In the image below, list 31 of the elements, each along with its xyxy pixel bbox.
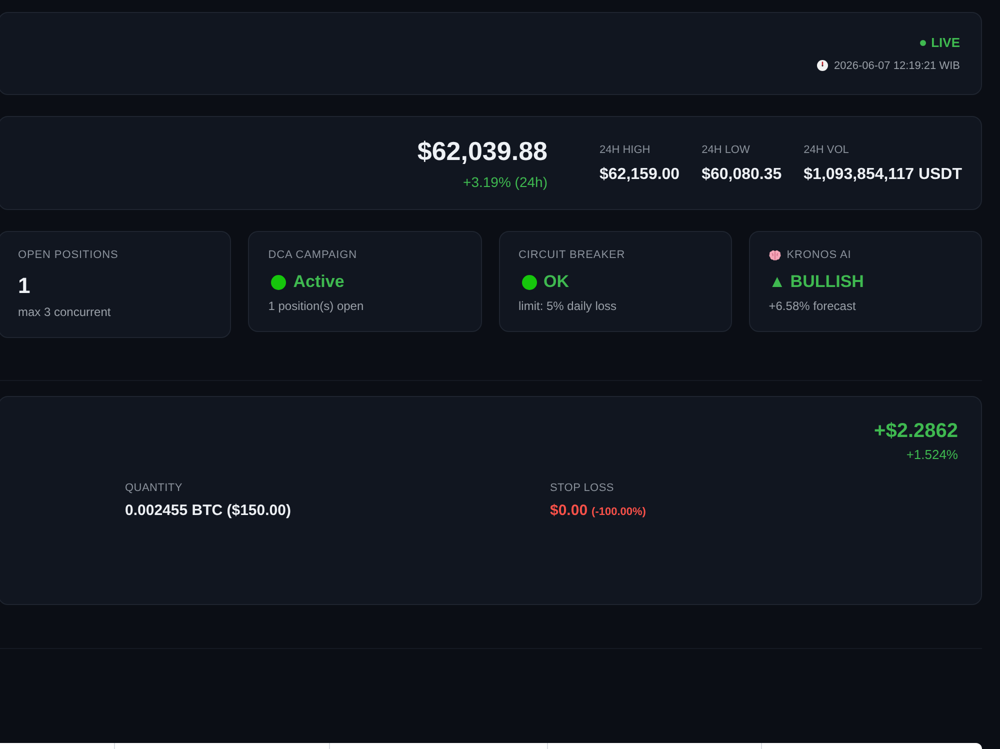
pnl-percent: +1.524% [906,446,958,464]
card-note: +6.58% forecast [768,298,857,314]
stat-value: $62,159.00 [600,165,680,185]
pnl-value: +$2.2862 [874,419,958,444]
card-label: KRONOS AI [786,248,852,263]
price-change: +3.19% (24h) [463,172,548,192]
card-value: 1 [18,272,32,300]
stat-label: 24H VOL [804,143,850,158]
card-label: DCA CAMPAIGN [268,248,358,263]
timestamp: 2026-06-07 12:19:21 WIB [834,58,960,74]
card-label: CIRCUIT BREAKER [518,248,626,263]
card-value: ▲ BULLISH [768,271,865,293]
field-value: 0.002455 BTC ($150.00) [125,501,292,521]
card-label: OPEN POSITIONS [18,248,118,263]
stat-value: $1,093,854,117 USDT [804,165,962,185]
field-label: STOP LOSS [550,481,615,496]
field-value: $0.00 [550,501,588,521]
brain-icon [768,250,781,260]
card-note: 1 position(s) open [268,298,365,314]
card-note: limit: 5% daily loss [518,298,618,314]
clock-icon [817,60,828,71]
card-value: OK [544,271,569,293]
card-value: Active [293,271,344,293]
current-price: $62,039.88 [417,134,548,166]
field-change: (-100.00%) [592,505,646,520]
field-label: QUANTITY [125,481,184,496]
stat-label: 24H LOW [702,143,751,158]
card-note: max 3 concurrent [18,304,112,320]
stat-value: $60,080.35 [702,165,782,185]
live-status: LIVE [931,34,960,52]
stat-label: 24H HIGH [600,143,652,158]
